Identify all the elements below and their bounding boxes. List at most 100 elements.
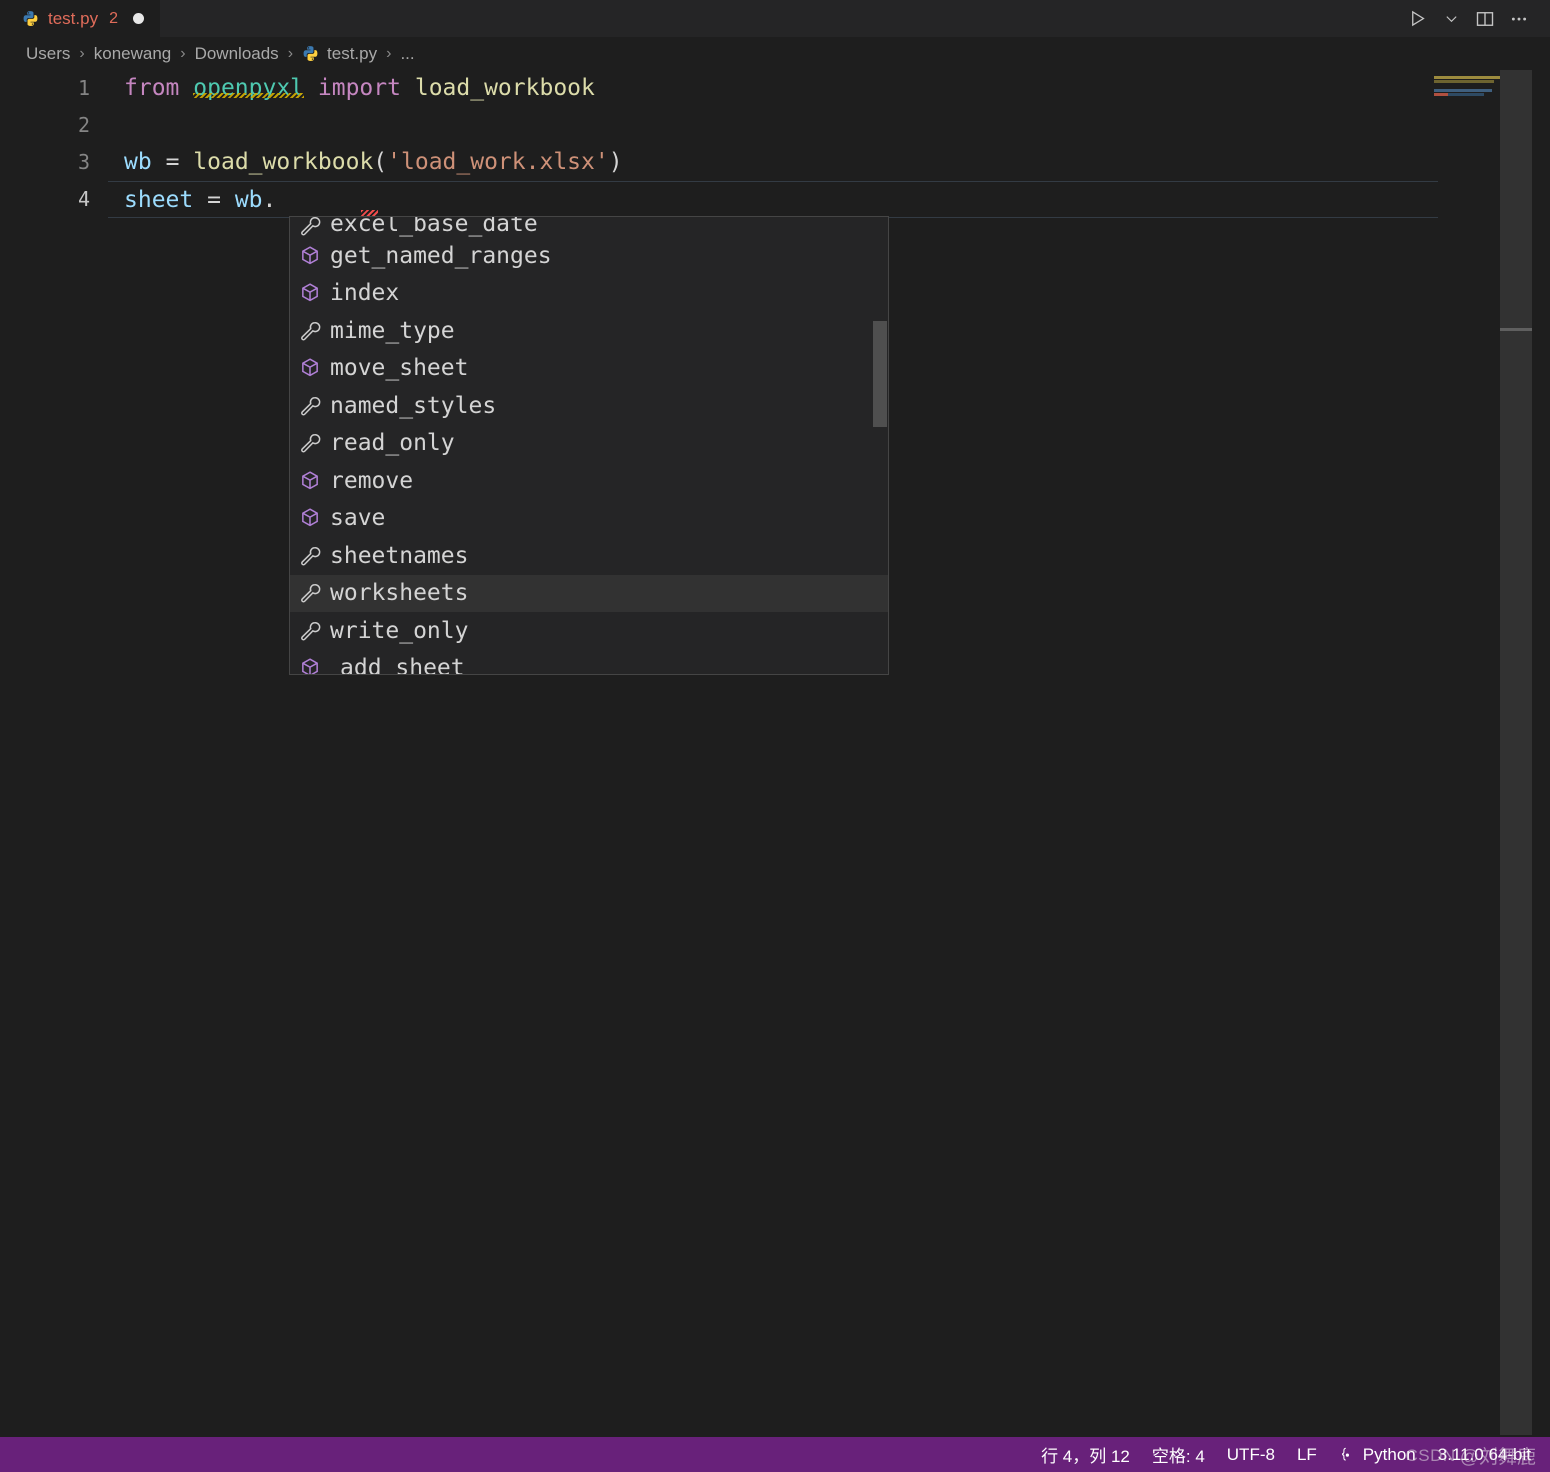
suggestion-label: write_only: [330, 617, 469, 644]
code-content[interactable]: from openpyxl import load_workbook wb = …: [108, 70, 1550, 218]
suggestion-item[interactable]: named_styles: [290, 387, 888, 425]
suggestion-item[interactable]: sheetnames: [290, 537, 888, 575]
suggestion-dropdown[interactable]: excel_base_date get_named_ranges index m…: [289, 216, 889, 675]
unsaved-dot-icon[interactable]: [133, 13, 144, 24]
editor-actions: [1400, 0, 1550, 37]
breadcrumb-item-konewang[interactable]: konewang: [94, 44, 172, 64]
line-number: 4: [77, 187, 90, 211]
minimap-slider[interactable]: [1500, 70, 1532, 1435]
method-cube-icon: [299, 470, 321, 492]
method-cube-icon: [299, 507, 321, 529]
breadcrumb-item-test-py[interactable]: test.py: [302, 44, 377, 64]
line-number: 2: [77, 113, 90, 137]
token-string-filename: 'load_work.xlsx': [387, 149, 609, 175]
status-indentation[interactable]: 空格: 4: [1141, 1437, 1216, 1472]
suggestion-item[interactable]: move_sheet: [290, 350, 888, 388]
suggestion-label: read_only: [330, 430, 455, 457]
suggestion-label: save: [330, 505, 386, 532]
suggestion-item[interactable]: mime_type: [290, 312, 888, 350]
suggestion-item[interactable]: read_only: [290, 425, 888, 463]
breadcrumb-item-downloads[interactable]: Downloads: [195, 44, 279, 64]
suggestion-scrollbar-thumb[interactable]: [873, 321, 887, 427]
status-language-mode[interactable]: Python: [1328, 1437, 1427, 1472]
editor-tab-test-py[interactable]: test.py 2: [0, 0, 161, 37]
token-operator-assign: =: [165, 149, 180, 175]
suggestion-label: get_named_ranges: [330, 242, 552, 269]
method-cube-icon: [299, 357, 321, 379]
token-variable-wb: wb: [234, 187, 263, 213]
property-wrench-icon: [299, 217, 321, 237]
status-eol[interactable]: LF: [1286, 1437, 1328, 1472]
breadcrumb: Users › konewang › Downloads › test.py ›…: [0, 37, 1550, 70]
property-wrench-icon: [299, 432, 321, 454]
code-line-1[interactable]: from openpyxl import load_workbook: [108, 70, 1550, 107]
status-cursor-position[interactable]: 行 4，列 12: [1030, 1437, 1141, 1472]
suggestion-label: add sheet: [340, 655, 465, 675]
token-module-openpyxl: openpyxl: [193, 75, 305, 101]
line-number-gutter: 1 2 3 4: [0, 70, 108, 218]
suggestion-label: sheetnames: [330, 542, 469, 569]
suggestion-item[interactable]: write_only: [290, 612, 888, 650]
suggestion-item-selected[interactable]: worksheets: [290, 574, 888, 612]
token-operator-assign: =: [207, 187, 221, 213]
status-language-label: Python: [1362, 1444, 1416, 1464]
suggestion-item[interactable]: remove: [290, 462, 888, 500]
property-wrench-icon: [299, 620, 321, 642]
code-line-3[interactable]: wb = load_workbook('load_work.xlsx'): [108, 144, 1550, 181]
line-number: 3: [77, 150, 90, 174]
method-cube-icon: [299, 245, 321, 267]
editor-vertical-scrollbar[interactable]: [1532, 70, 1550, 1435]
breadcrumb-separator: ›: [386, 44, 392, 62]
status-python-interpreter[interactable]: 3.11.0 64-bit: [1427, 1437, 1542, 1472]
status-encoding[interactable]: UTF-8: [1216, 1437, 1286, 1472]
token-keyword-import: import: [317, 75, 401, 101]
breadcrumb-item-users[interactable]: Users: [26, 44, 70, 64]
tab-problem-count: 2: [109, 9, 118, 27]
suggestion-label: mime_type: [330, 317, 455, 344]
token-function-load-workbook: load_workbook: [193, 149, 374, 175]
breadcrumb-item-overflow[interactable]: ...: [400, 44, 414, 64]
split-editor-icon[interactable]: [1468, 0, 1502, 37]
property-wrench-icon: [299, 545, 321, 567]
property-wrench-icon: [299, 320, 321, 342]
vscode-window: test.py 2 Users › konewang › Downloads ›…: [0, 0, 1550, 1472]
code-line-2[interactable]: [108, 107, 1550, 144]
suggestion-item[interactable]: add sheet: [290, 650, 888, 675]
warning-squiggle-icon: [193, 93, 305, 98]
minimap-slider-edge: [1500, 328, 1532, 331]
suggestion-item[interactable]: index: [290, 275, 888, 313]
suggestion-item[interactable]: save: [290, 500, 888, 538]
breadcrumb-separator: ›: [79, 44, 85, 62]
suggestion-label: index: [330, 280, 400, 307]
property-wrench-icon: [299, 582, 321, 604]
suggestion-label: worksheets: [330, 580, 469, 607]
breadcrumb-separator: ›: [287, 44, 294, 62]
status-bar: 行 4，列 12 空格: 4 UTF-8 LF Python 3.11.0 64…: [0, 1437, 1550, 1472]
token-paren-close: ): [608, 149, 623, 175]
more-actions-ellipsis-icon[interactable]: [1502, 0, 1536, 37]
python-file-icon: [302, 45, 319, 62]
token-function-load-workbook: load_workbook: [414, 75, 595, 101]
suggestion-item[interactable]: get_named_ranges: [290, 237, 888, 275]
suggestion-label: remove: [330, 467, 414, 494]
breadcrumb-file-label: test.py: [327, 43, 378, 63]
method-cube-icon: [299, 282, 321, 304]
token-variable-wb: wb: [124, 149, 152, 175]
code-line-4[interactable]: sheet = wb.: [108, 181, 1438, 218]
token-paren-open: (: [373, 149, 388, 175]
suggestion-item[interactable]: excel_base_date: [290, 217, 888, 237]
tab-label: test.py: [48, 8, 99, 28]
run-python-file-button[interactable]: [1400, 0, 1434, 37]
run-options-chevron-down-icon[interactable]: [1434, 0, 1468, 37]
python-file-icon: [22, 10, 39, 27]
token-keyword-from: from: [124, 75, 180, 101]
property-wrench-icon: [299, 395, 321, 417]
method-cube-icon: [299, 657, 321, 674]
editor-tab-bar: test.py 2: [0, 0, 1550, 37]
token-variable-sheet: sheet: [124, 187, 194, 213]
